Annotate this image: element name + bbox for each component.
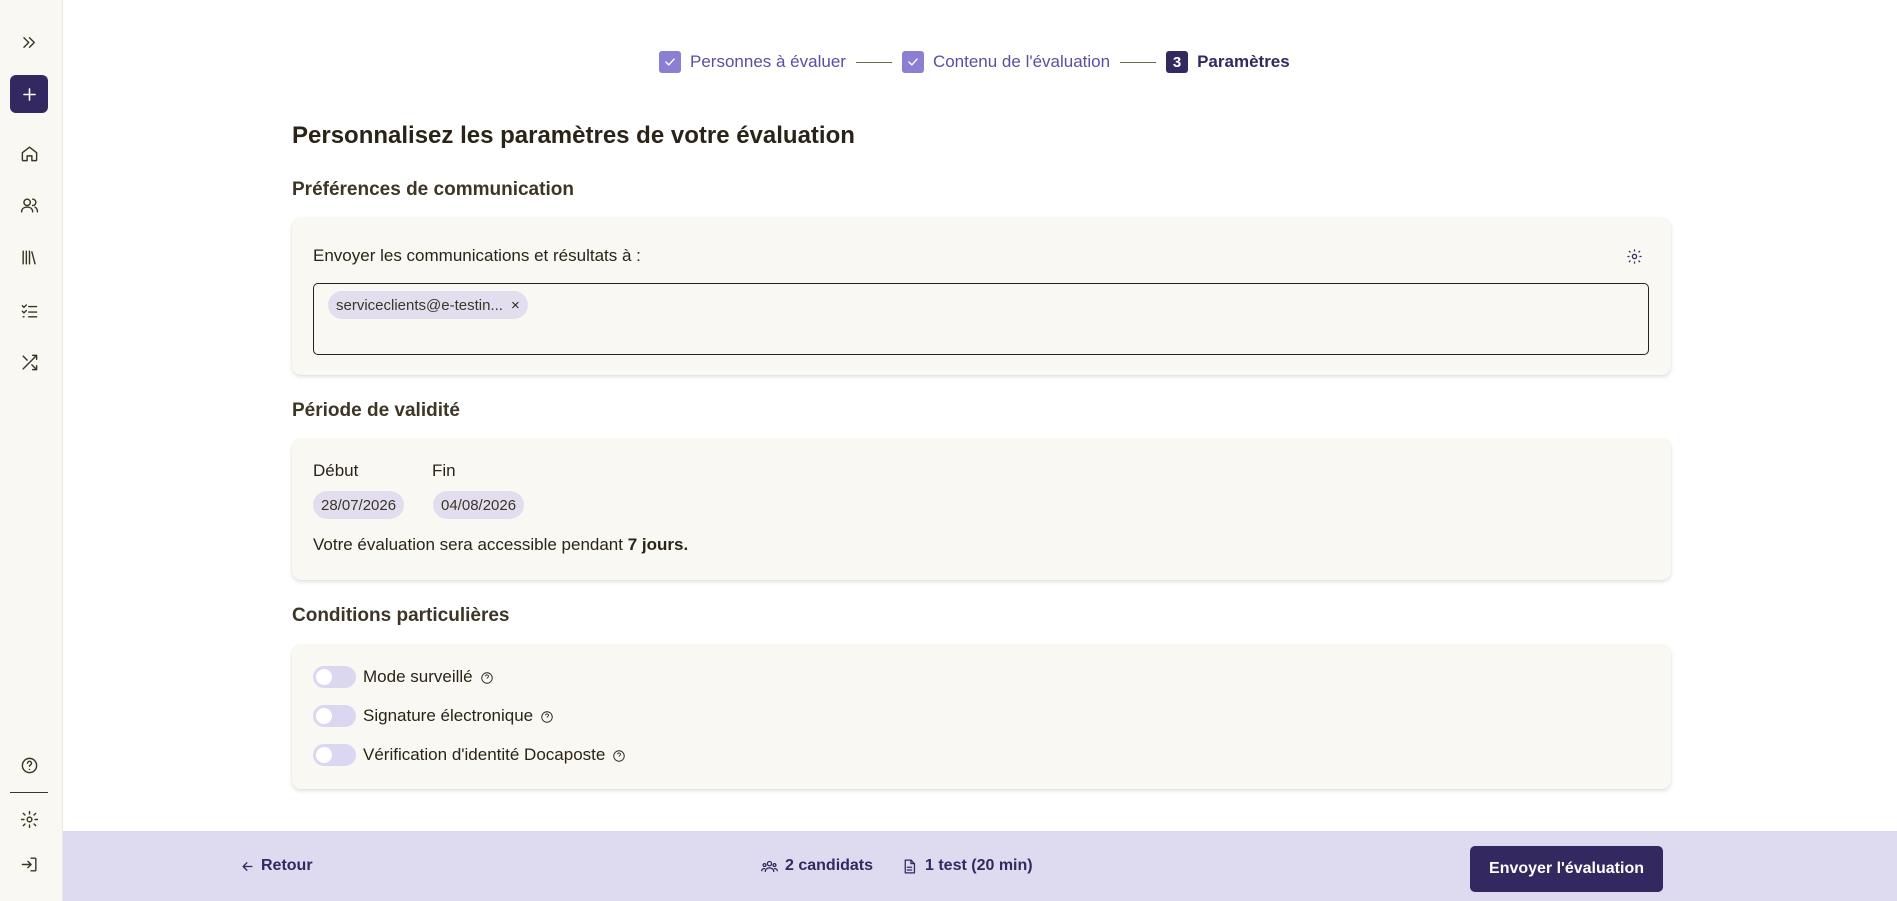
step-connector — [855, 61, 892, 63]
logout-icon — [21, 856, 37, 872]
gear-icon — [20, 810, 38, 828]
shuffle-icon — [21, 354, 37, 370]
document-icon — [904, 858, 916, 874]
help-icon[interactable] — [540, 709, 554, 723]
step-connector — [1120, 61, 1157, 63]
toggle-row-supervised: Mode surveillé — [313, 666, 494, 688]
tests-count: 1 test (20 min) — [901, 831, 1033, 901]
close-icon[interactable]: × — [511, 297, 520, 314]
send-evaluation-button[interactable]: Envoyer l'évaluation — [1470, 846, 1663, 892]
validity-text-prefix: Votre évaluation sera accessible pendant — [313, 535, 628, 554]
communication-card: Envoyer les communications et résultats … — [292, 218, 1671, 375]
step-content-label: Contenu de l'évaluation — [932, 52, 1111, 71]
expand-sidebar-button[interactable] — [10, 23, 48, 61]
e-signature-toggle[interactable] — [313, 705, 356, 727]
conditions-section-title: Conditions particulières — [292, 605, 510, 626]
checklist-icon — [21, 303, 37, 318]
help-icon — [21, 757, 37, 773]
email-chip-label: serviceclients@e-testin... — [336, 296, 503, 314]
candidates-label: 2 candidats — [785, 857, 874, 874]
start-date-field[interactable]: 28/07/2026 — [313, 491, 405, 519]
create-button[interactable] — [10, 75, 48, 113]
gear-icon — [1627, 249, 1642, 264]
step-content[interactable]: Contenu de l'évaluation — [901, 51, 1111, 73]
validity-card: Début Fin 28/07/2026 04/08/2026 Votre év… — [292, 439, 1671, 580]
validity-duration: 7 jours. — [627, 535, 689, 554]
page-title: Personnalisez les paramètres de votre év… — [292, 122, 855, 149]
users-icon — [761, 860, 778, 872]
sidebar-divider — [10, 792, 48, 793]
help-icon[interactable] — [480, 670, 494, 684]
sidebar-item-settings[interactable] — [10, 800, 48, 838]
help-icon[interactable] — [612, 748, 626, 762]
back-label: Retour — [261, 857, 313, 874]
end-date-label: Fin — [432, 461, 456, 480]
communication-label: Envoyer les communications et résultats … — [313, 246, 641, 265]
sidebar-item-home[interactable] — [10, 134, 48, 172]
back-button[interactable]: Retour — [240, 831, 313, 901]
arrow-left-icon — [242, 861, 253, 871]
end-date-field[interactable]: 04/08/2026 — [433, 491, 525, 519]
step-parameters-label: Paramètres — [1197, 52, 1290, 71]
conditions-card: Mode surveillé Signature électronique Vé… — [292, 645, 1671, 789]
tests-label: 1 test (20 min) — [925, 857, 1033, 874]
supervised-mode-toggle[interactable] — [313, 666, 356, 688]
e-signature-label: Signature électronique — [363, 706, 534, 725]
plus-icon — [22, 87, 36, 101]
sidebar-item-shuffle[interactable] — [10, 343, 48, 381]
toggle-row-identity: Vérification d'identité Docaposte — [313, 744, 626, 766]
communication-section-title: Préférences de communication — [292, 179, 574, 200]
validity-section-title: Période de validité — [292, 400, 460, 421]
library-icon — [21, 249, 36, 265]
sidebar — [0, 0, 63, 901]
identity-verification-label: Vérification d'identité Docaposte — [363, 745, 606, 764]
step-persons-label: Personnes à évaluer — [690, 52, 846, 71]
footer-bar: Retour 2 candidats 1 test (20 min) Envoy… — [63, 831, 1897, 901]
sidebar-item-logout[interactable] — [10, 845, 48, 883]
users-icon — [20, 197, 38, 213]
home-icon — [21, 145, 37, 161]
sidebar-item-library[interactable] — [10, 238, 48, 276]
email-chip: serviceclients@e-testin... × — [328, 291, 528, 319]
sidebar-item-tests[interactable] — [10, 291, 48, 329]
step-number: 3 — [1166, 51, 1189, 73]
expand-icon — [22, 36, 35, 48]
communication-settings-button[interactable] — [1626, 248, 1643, 265]
sidebar-item-users[interactable] — [10, 186, 48, 224]
start-date-label: Début — [313, 461, 359, 480]
sidebar-item-help[interactable] — [10, 746, 48, 784]
supervised-mode-label: Mode surveillé — [363, 667, 473, 686]
stepper: Personnes à évaluer Contenu de l'évaluat… — [659, 51, 1290, 73]
identity-verification-toggle[interactable] — [313, 744, 356, 766]
toggle-row-signature: Signature électronique — [313, 705, 554, 727]
recipients-input[interactable]: serviceclients@e-testin... × — [313, 283, 1649, 355]
validity-summary: Votre évaluation sera accessible pendant… — [313, 535, 688, 555]
step-parameters: 3 Paramètres — [1166, 51, 1290, 73]
step-persons[interactable]: Personnes à évaluer — [659, 51, 846, 73]
candidates-count: 2 candidats — [761, 831, 873, 901]
check-icon — [659, 51, 681, 73]
check-icon — [901, 51, 924, 73]
